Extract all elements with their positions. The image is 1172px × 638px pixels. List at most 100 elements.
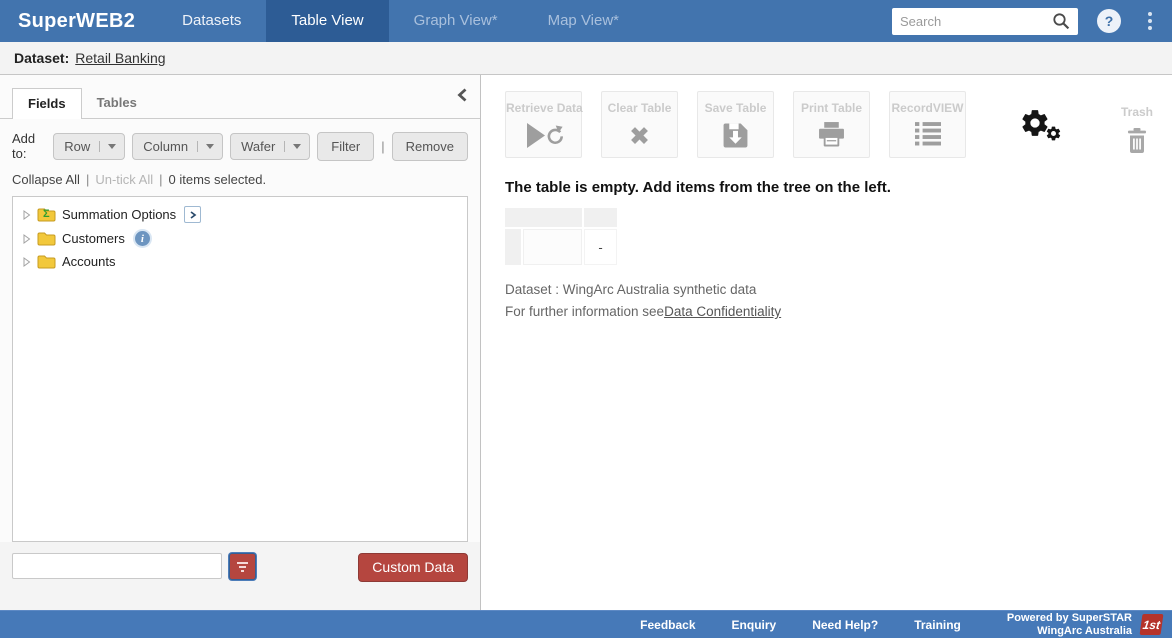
info-icon[interactable]: i bbox=[135, 231, 150, 246]
tab-fields[interactable]: Fields bbox=[12, 88, 82, 119]
tree-search-input[interactable] bbox=[12, 553, 222, 579]
footer-link-feedback[interactable]: Feedback bbox=[640, 618, 695, 632]
print-table-button[interactable]: Print Table bbox=[793, 91, 870, 158]
footer-link-enquiry[interactable]: Enquiry bbox=[732, 618, 777, 632]
x-cross-icon bbox=[602, 122, 677, 149]
expand-triangle-icon[interactable] bbox=[23, 234, 31, 244]
nav-item-datasets[interactable]: Datasets bbox=[157, 0, 266, 42]
footer-links: Feedback Enquiry Need Help? Training bbox=[640, 618, 961, 632]
items-selected-count: 0 items selected. bbox=[169, 172, 267, 187]
add-to-toolbar: Add to: Row Column Wafer Filter | Remove bbox=[0, 119, 480, 163]
printer-icon bbox=[794, 122, 869, 147]
add-to-wafer-dropdown[interactable]: Wafer bbox=[230, 133, 310, 160]
powered-line2: WingArc Australia bbox=[1007, 625, 1132, 638]
recordview-label: RecordVIEW bbox=[890, 101, 965, 115]
recordview-button[interactable]: RecordVIEW bbox=[889, 91, 966, 158]
gear-small-icon bbox=[1045, 125, 1062, 147]
table-header-cell bbox=[505, 208, 582, 227]
further-info-text: For further information see bbox=[505, 304, 664, 319]
wafer-dropdown-label: Wafer bbox=[241, 139, 275, 154]
field-selection-panel: Fields Tables Add to: Row Column Wafer F… bbox=[0, 75, 481, 610]
filter-button[interactable]: Filter bbox=[317, 132, 374, 161]
collapse-panel-icon[interactable] bbox=[457, 88, 467, 102]
dataset-link[interactable]: Retail Banking bbox=[75, 50, 165, 66]
open-summation-options-icon[interactable] bbox=[184, 206, 201, 223]
clear-table-label: Clear Table bbox=[602, 101, 677, 115]
powered-by-text: Powered by SuperSTAR WingArc Australia bbox=[1007, 612, 1132, 638]
separator: | bbox=[86, 172, 89, 187]
row-dropdown-label: Row bbox=[64, 139, 90, 154]
dataset-info-text: Dataset : WingArc Australia synthetic da… bbox=[505, 282, 1172, 297]
superweb2-app: SuperWEB2 Datasets Table View Graph View… bbox=[0, 0, 1172, 638]
play-refresh-icon bbox=[506, 122, 581, 149]
footer-link-need-help[interactable]: Need Help? bbox=[812, 618, 878, 632]
powered-line1: Powered by SuperSTAR bbox=[1007, 612, 1132, 625]
field-tree: Σ Summation Options Customers i bbox=[12, 196, 468, 542]
table-toolbar: Retrieve Data Clear Table Save Table bbox=[505, 91, 1172, 158]
folder-icon bbox=[37, 231, 56, 246]
save-table-button[interactable]: Save Table bbox=[697, 91, 774, 158]
tree-item-accounts[interactable]: Accounts bbox=[13, 250, 467, 273]
save-table-label: Save Table bbox=[698, 101, 773, 115]
table-cell bbox=[523, 229, 582, 265]
tree-item-label[interactable]: Customers bbox=[62, 231, 125, 246]
dataset-bar: Dataset: Retail Banking bbox=[0, 42, 1172, 75]
chevron-down-icon bbox=[284, 141, 301, 152]
trash-icon bbox=[1121, 128, 1153, 154]
remove-button[interactable]: Remove bbox=[392, 132, 468, 161]
global-search-box[interactable] bbox=[892, 8, 1078, 35]
trash-dropzone[interactable]: Trash bbox=[1121, 96, 1153, 154]
tree-item-label[interactable]: Accounts bbox=[62, 254, 115, 269]
tab-tables[interactable]: Tables bbox=[82, 88, 152, 118]
top-navbar: SuperWEB2 Datasets Table View Graph View… bbox=[0, 0, 1172, 42]
table-options-button[interactable] bbox=[1019, 105, 1065, 145]
filter-icon bbox=[237, 562, 248, 564]
nav-item-table-view[interactable]: Table View bbox=[266, 0, 388, 42]
selection-status-bar: Collapse All | Un-tick All | 0 items sel… bbox=[0, 163, 480, 196]
table-header-cell bbox=[584, 208, 617, 227]
retrieve-data-button[interactable]: Retrieve Data bbox=[505, 91, 582, 158]
print-table-label: Print Table bbox=[794, 101, 869, 115]
table-view-panel: Retrieve Data Clear Table Save Table bbox=[481, 75, 1172, 610]
page-footer: Feedback Enquiry Need Help? Training Pow… bbox=[0, 610, 1172, 638]
add-to-label: Add to: bbox=[12, 131, 46, 161]
app-logo: SuperWEB2 bbox=[0, 0, 157, 42]
collapse-all-link[interactable]: Collapse All bbox=[12, 172, 80, 187]
expand-triangle-icon[interactable] bbox=[23, 257, 31, 267]
further-info-line: For further information seeData Confiden… bbox=[505, 304, 1172, 319]
folder-icon bbox=[37, 254, 56, 269]
chevron-down-icon bbox=[197, 141, 214, 152]
help-icon[interactable]: ? bbox=[1097, 9, 1121, 33]
data-confidentiality-link[interactable]: Data Confidentiality bbox=[664, 304, 781, 319]
separator: | bbox=[159, 172, 162, 187]
navbar-right: ? bbox=[892, 0, 1172, 42]
search-input[interactable] bbox=[900, 14, 1052, 29]
nav-item-map-view: Map View* bbox=[523, 0, 644, 42]
custom-data-button[interactable]: Custom Data bbox=[358, 553, 468, 582]
sigma-folder-icon: Σ bbox=[37, 207, 56, 222]
expand-triangle-icon[interactable] bbox=[23, 210, 31, 220]
trash-label: Trash bbox=[1121, 105, 1153, 119]
separator: | bbox=[381, 139, 384, 154]
footer-link-training[interactable]: Training bbox=[914, 618, 961, 632]
empty-table-grid: - bbox=[505, 208, 619, 265]
add-to-column-dropdown[interactable]: Column bbox=[132, 133, 223, 160]
dataset-label: Dataset: bbox=[14, 50, 69, 66]
retrieve-data-label: Retrieve Data bbox=[506, 101, 581, 115]
search-icon[interactable] bbox=[1052, 12, 1070, 30]
untick-all-link: Un-tick All bbox=[95, 172, 153, 187]
chevron-down-icon bbox=[99, 141, 116, 152]
table-row-header-cell bbox=[505, 229, 521, 265]
clear-table-button[interactable]: Clear Table bbox=[601, 91, 678, 158]
tree-item-summation-options[interactable]: Σ Summation Options bbox=[13, 202, 467, 227]
table-value-cell: - bbox=[584, 229, 617, 265]
overflow-menu-icon[interactable] bbox=[1142, 8, 1158, 34]
tree-item-label[interactable]: Summation Options bbox=[62, 207, 176, 222]
left-panel-tabs: Fields Tables bbox=[0, 75, 480, 119]
tree-item-customers[interactable]: Customers i bbox=[13, 227, 467, 250]
content-area: Fields Tables Add to: Row Column Wafer F… bbox=[0, 75, 1172, 610]
nav-item-graph-view: Graph View* bbox=[389, 0, 523, 42]
tree-search-bar: Custom Data bbox=[0, 542, 480, 610]
add-to-row-dropdown[interactable]: Row bbox=[53, 133, 125, 160]
tree-filter-button[interactable] bbox=[229, 553, 256, 580]
